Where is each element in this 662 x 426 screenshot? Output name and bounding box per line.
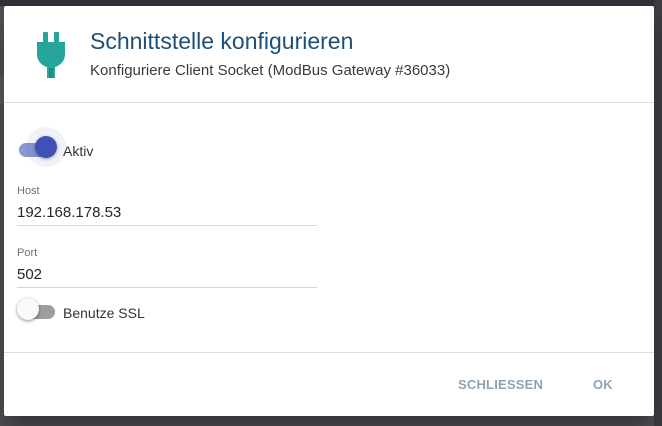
active-toggle-label[interactable]: Aktiv [63,143,93,159]
ssl-toggle[interactable] [17,298,59,320]
ssl-toggle-label[interactable]: Benutze SSL [63,305,145,321]
ssl-toggle-thumb[interactable] [17,298,39,320]
dialog-header: Schnittstelle konfigurieren Konfiguriere… [4,6,654,103]
backdrop-edge [654,0,662,426]
port-field: Port [17,247,317,295]
host-label: Host [17,185,40,197]
ok-button[interactable]: OK [593,373,613,395]
dialog-content: Aktiv Host Port Benutze SSL [4,103,654,352]
dialog-actions: SCHLIESSEN OK [4,353,654,416]
host-input[interactable] [17,201,317,223]
plug-icon [37,32,65,78]
active-toggle-thumb[interactable] [35,136,57,158]
port-input[interactable] [17,263,317,285]
close-button[interactable]: SCHLIESSEN [458,373,543,395]
dialog-title: Schnittstelle konfigurieren [90,28,354,54]
active-toggle[interactable] [19,136,59,158]
host-underline [17,225,317,226]
dialog-subtitle: Konfiguriere Client Socket (ModBus Gatew… [90,62,451,79]
configure-interface-dialog: Schnittstelle konfigurieren Konfiguriere… [4,6,654,416]
port-underline [17,287,317,288]
host-field: Host [17,185,317,233]
port-label: Port [17,247,38,259]
